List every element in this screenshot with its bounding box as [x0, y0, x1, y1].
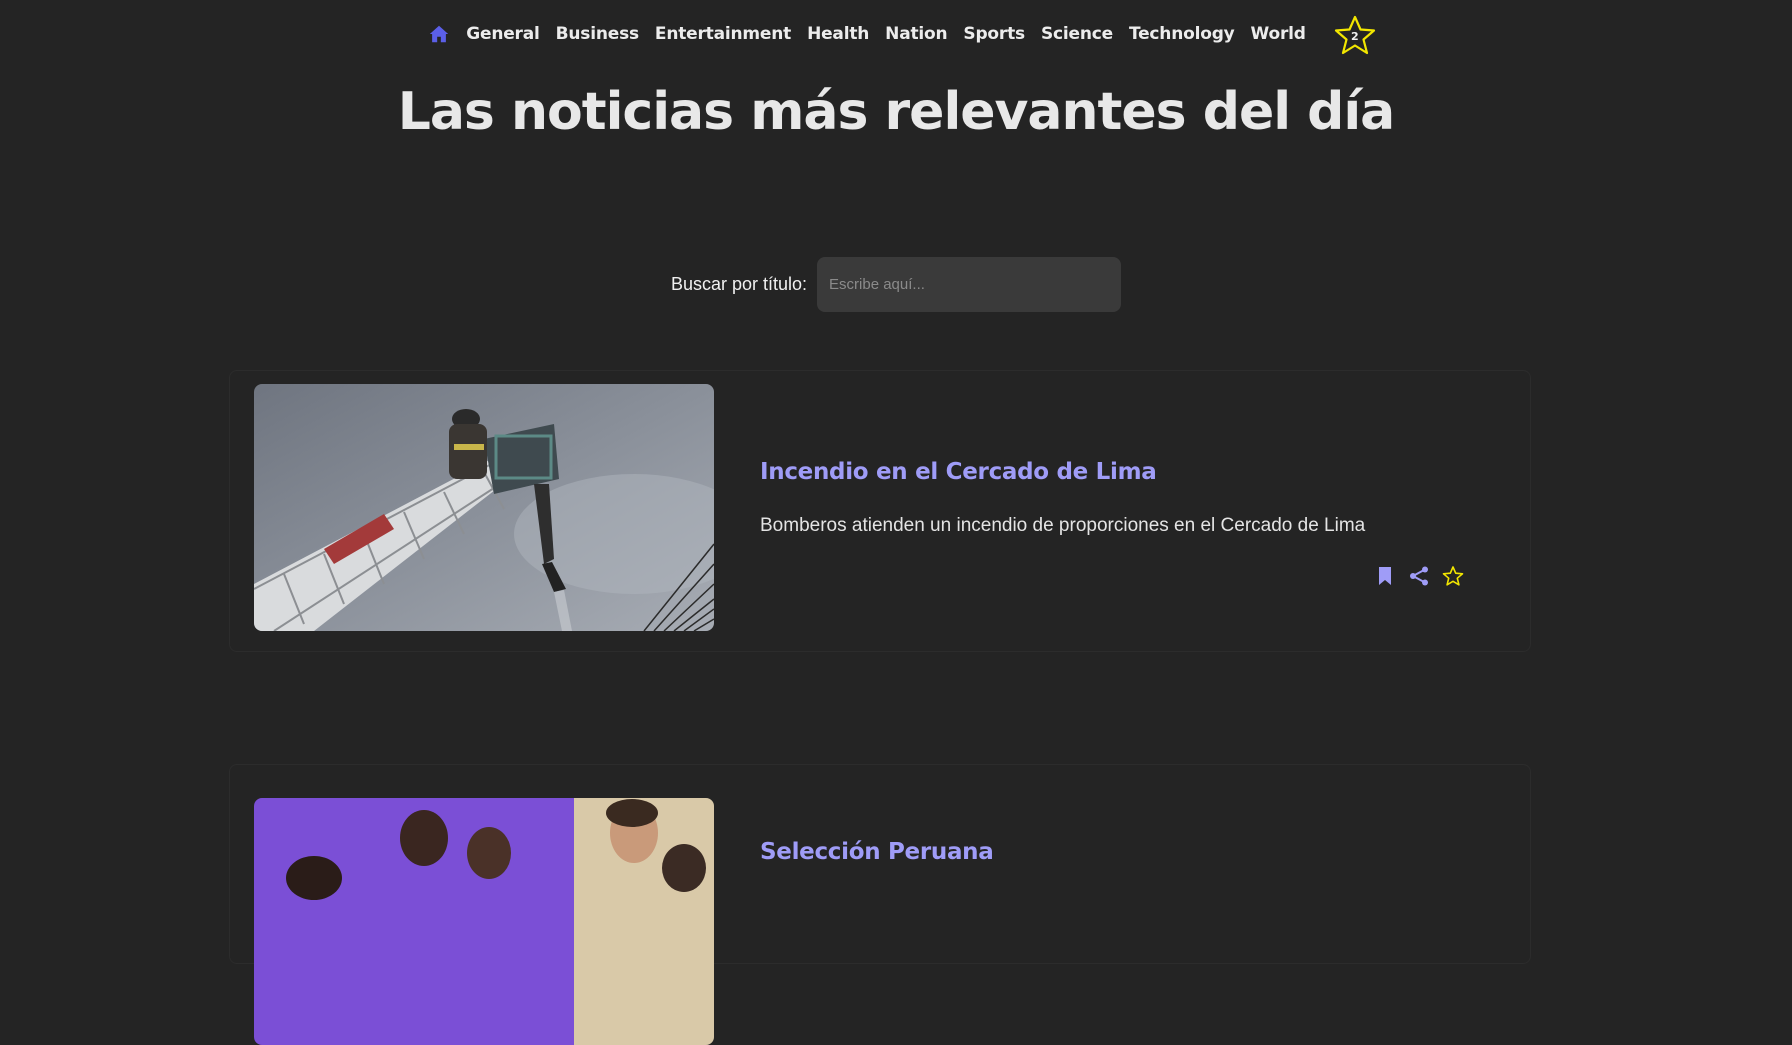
news-card: Incendio en el Cercado de Lima Bomberos … — [229, 370, 1531, 652]
nav-link-nation[interactable]: Nation — [885, 24, 947, 44]
search-label: Buscar por título: — [670, 274, 808, 294]
news-card-image[interactable] — [254, 384, 714, 631]
page-title: Las noticias más relevantes del día — [397, 82, 1396, 142]
search-row: Buscar por título: — [0, 257, 1792, 312]
nav-link-entertainment[interactable]: Entertainment — [655, 24, 791, 44]
news-card-body: Selección Peruana — [760, 839, 994, 865]
news-card-title[interactable]: Incendio en el Cercado de Lima — [760, 459, 1365, 485]
home-icon[interactable] — [428, 23, 450, 45]
nav-link-health[interactable]: Health — [807, 24, 869, 44]
nav-link-science[interactable]: Science — [1041, 24, 1113, 44]
nav-link-world[interactable]: World — [1251, 24, 1306, 44]
news-card-description: Bomberos atienden un incendio de proporc… — [760, 515, 1366, 536]
search-input[interactable] — [817, 257, 1122, 312]
nav-link-sports[interactable]: Sports — [963, 24, 1025, 44]
nav-link-technology[interactable]: Technology — [1129, 24, 1235, 44]
favorites-button[interactable]: 2 — [1334, 15, 1376, 57]
nav-link-business[interactable]: Business — [556, 24, 639, 44]
news-card-actions — [1374, 565, 1464, 587]
nav-link-general[interactable]: General — [466, 24, 540, 44]
favorites-count-badge: 2 — [1350, 30, 1359, 43]
news-card-image[interactable] — [254, 798, 714, 1045]
top-nav: General Business Entertainment Health Na… — [0, 0, 1792, 68]
share-icon[interactable] — [1408, 565, 1430, 587]
news-card-body: Incendio en el Cercado de Lima Bomberos … — [760, 459, 1365, 537]
nav-links: General Business Entertainment Health Na… — [428, 11, 1376, 57]
news-card-title[interactable]: Selección Peruana — [760, 839, 994, 865]
star-icon[interactable] — [1442, 565, 1464, 587]
bookmark-icon[interactable] — [1374, 565, 1396, 587]
news-card: Selección Peruana — [229, 764, 1531, 1045]
